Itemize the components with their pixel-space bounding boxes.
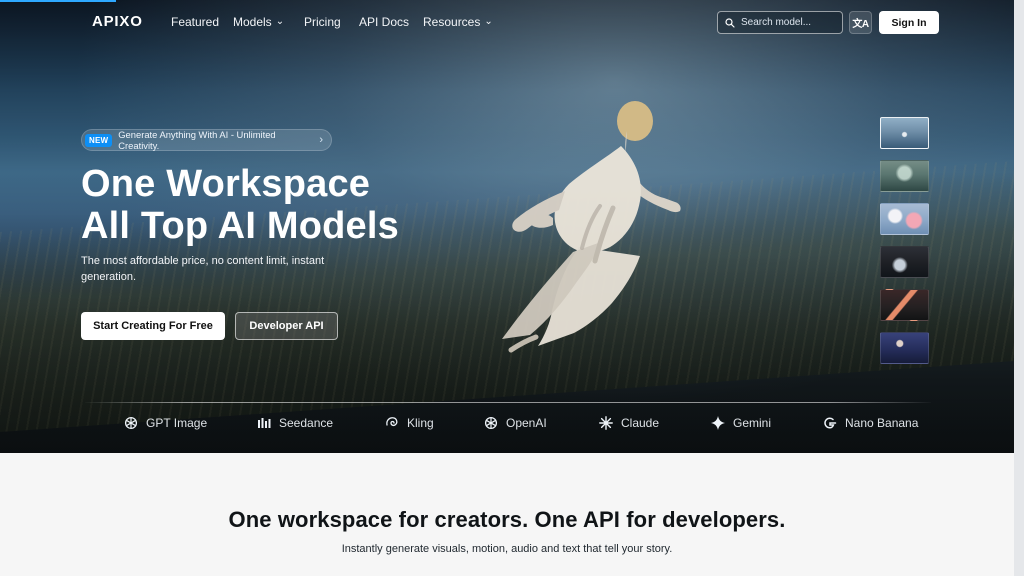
thumbnail-3[interactable] [880,203,929,235]
page-root: APIXO Featured Models ⌄ Pricing API Docs… [0,0,1024,576]
thumbnail-4[interactable] [880,246,929,278]
model-kling: Kling [384,415,434,431]
model-claude: Claude [598,415,659,431]
page-scrollbar[interactable] [1014,0,1024,576]
model-openai-label: OpenAI [506,416,547,430]
search-box[interactable] [717,11,843,34]
model-seedance: Seedance [256,415,333,431]
hero-thumbnail-selector [880,117,929,375]
search-input[interactable] [741,17,835,28]
hero-title: One Workspace All Top AI Models [81,163,461,247]
nav-api-docs[interactable]: API Docs [359,15,409,29]
intro-title: One workspace for creators. One API for … [228,507,786,532]
announcement-text: Generate Anything With AI - Unlimited Cr… [118,129,276,151]
announcement-pill[interactable]: NEW Generate Anything With AI - Unlimite… [81,129,332,151]
nav-api-docs-label: API Docs [359,15,410,29]
intro-section: One workspace for creators. One API for … [0,453,1014,576]
chevron-down-icon: ⌄ [275,15,285,27]
model-gpt-image-label: GPT Image [146,416,208,430]
model-gemini: Gemini [710,415,771,431]
thumbnail-2[interactable] [880,160,929,192]
google-g-icon [822,415,838,431]
nav-models-label: Models [233,15,272,29]
thumbnail-6[interactable] [880,332,929,364]
openai-icon [123,415,139,431]
chevron-right-icon: › [319,134,323,146]
model-gemini-label: Gemini [733,416,772,430]
thumbnail-1[interactable] [880,117,929,149]
hero-title-line-2: All Top AI Models [81,205,399,247]
hero-divider [85,402,931,403]
intro-subtitle: Instantly generate visuals, motion, audi… [341,543,673,555]
hero-subtitle: The most affordable price, no content li… [81,255,325,283]
model-nano-banana: Nano Banana [822,415,918,431]
thumbnail-5[interactable] [880,289,929,321]
nav-featured[interactable]: Featured [171,15,219,29]
nav-models[interactable]: Models ⌄ [233,15,284,29]
apixo-logo[interactable]: APIXO [92,13,143,30]
model-claude-label: Claude [621,416,660,430]
nav-featured-label: Featured [171,15,220,29]
search-icon [725,17,735,28]
language-switch-button[interactable]: 文A [849,11,872,34]
translate-icon: 文A [852,19,869,30]
hero-runner-image [502,101,681,353]
new-badge: NEW [85,133,113,147]
hero-section: APIXO Featured Models ⌄ Pricing API Docs… [0,0,1024,453]
model-logos-strip: GPT Image Seedance Kling OpenAI Claude G… [121,413,921,433]
top-navigation: APIXO Featured Models ⌄ Pricing API Docs… [0,0,1014,45]
model-kling-label: Kling [407,416,434,430]
swirl-icon [384,415,400,431]
asterisk-icon [598,415,614,431]
nav-pricing[interactable]: Pricing [304,15,341,29]
model-openai: OpenAI [483,415,547,431]
page-load-progress-bar [0,0,116,2]
model-seedance-label: Seedance [279,416,334,430]
openai-icon [483,415,499,431]
model-gpt-image: GPT Image [123,415,207,431]
model-nano-banana-label: Nano Banana [845,416,919,430]
nav-resources-label: Resources [423,15,481,29]
hero-title-line-1: One Workspace [81,163,371,205]
sparkle-icon [710,415,726,431]
nav-pricing-label: Pricing [304,15,341,29]
bars-icon [256,415,272,431]
start-creating-button[interactable]: Start Creating For Free [81,312,225,340]
chevron-down-icon: ⌄ [484,15,493,27]
nav-resources[interactable]: Resources ⌄ [423,15,493,29]
sign-in-button[interactable]: Sign In [879,11,939,34]
developer-api-button[interactable]: Developer API [235,312,338,340]
